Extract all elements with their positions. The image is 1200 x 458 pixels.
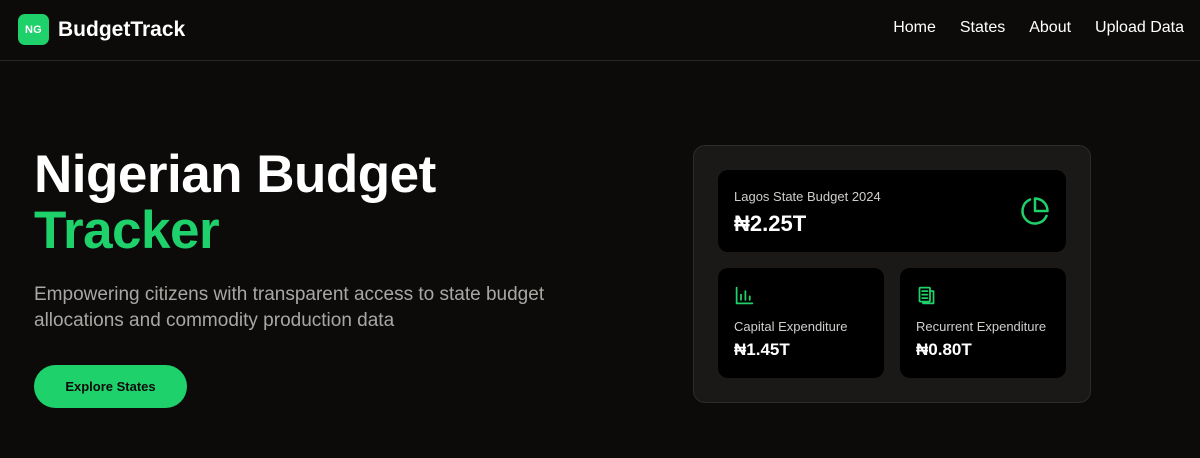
recurrent-expenditure-card: Recurrent Expenditure ₦0.80T <box>900 268 1066 378</box>
state-budget-card: Lagos State Budget 2024 ₦2.25T <box>718 170 1066 252</box>
bar-chart-icon <box>735 286 754 305</box>
nav-upload-data-link[interactable]: Upload Data <box>1095 19 1184 37</box>
nav-home-link[interactable]: Home <box>893 19 936 37</box>
recurrent-expenditure-value: ₦0.80T <box>916 340 972 359</box>
hero-title-line1: Nigerian Budget <box>34 145 436 204</box>
recurrent-expenditure-label: Recurrent Expenditure <box>916 319 1047 334</box>
budget-summary-panel: Lagos State Budget 2024 ₦2.25T Capital E… <box>693 145 1091 403</box>
state-budget-value: ₦2.25T <box>734 211 807 236</box>
navbar: NG BudgetTrack Home States About Upload … <box>0 0 1200 61</box>
receipt-icon <box>918 286 935 305</box>
state-budget-label: Lagos State Budget 2024 <box>734 189 881 204</box>
explore-states-button[interactable]: Explore States <box>34 365 187 408</box>
brand-name: BudgetTrack <box>58 17 186 41</box>
nav-links: Home States About Upload Data <box>869 19 1184 37</box>
hero-title-line2: Tracker <box>34 201 220 260</box>
nav-states-link[interactable]: States <box>960 19 1005 37</box>
hero-title: Nigerian Budget Tracker <box>34 147 436 259</box>
capital-expenditure-card: Capital Expenditure ₦1.45T <box>718 268 884 378</box>
pie-chart-icon <box>1021 197 1049 225</box>
brand-badge: NG <box>18 14 49 45</box>
brand-logo[interactable]: NG BudgetTrack <box>18 14 185 45</box>
capital-expenditure-label: Capital Expenditure <box>734 319 848 334</box>
capital-expenditure-value: ₦1.45T <box>734 340 790 359</box>
hero-subtitle: Empowering citizens with transparent acc… <box>34 284 545 331</box>
nav-about-link[interactable]: About <box>1029 19 1071 37</box>
